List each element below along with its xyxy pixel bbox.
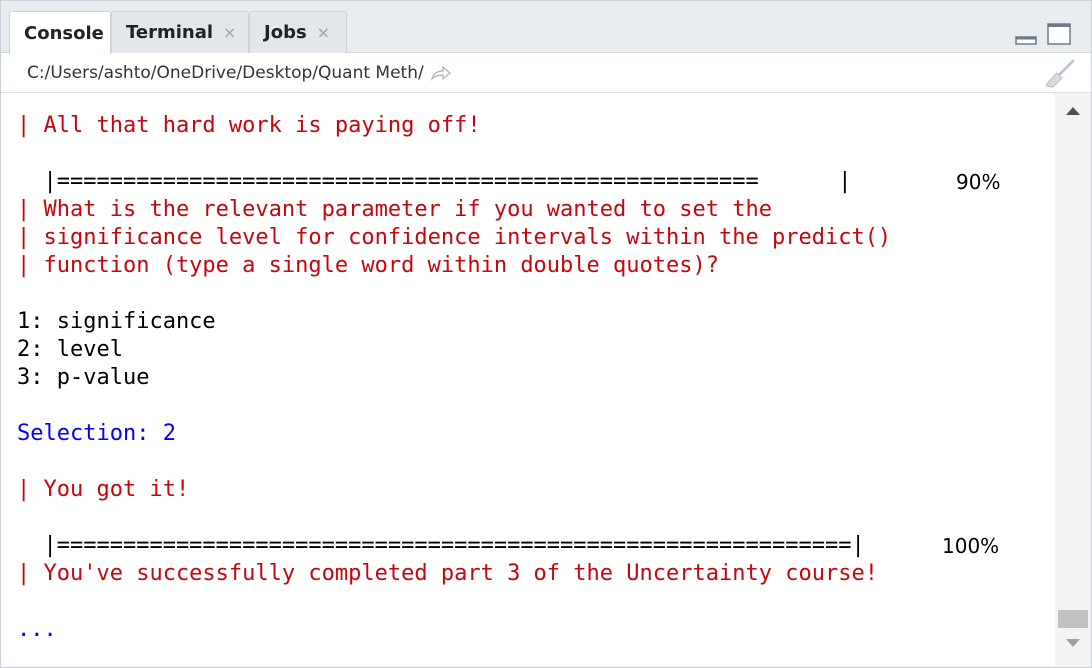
vertical-scrollbar[interactable]	[1055, 93, 1091, 667]
answer-option: 3: p-value	[17, 365, 150, 390]
tab-console-label: Console	[24, 22, 104, 44]
progress-bar-text: |=======================================…	[17, 533, 865, 558]
console-prompt[interactable]: ...	[17, 616, 57, 644]
tab-bar: Console Terminal × Jobs ×	[1, 1, 1091, 54]
progress-percent: 90%	[956, 170, 1001, 194]
completion-message: | You've successfully completed part 3 o…	[17, 561, 878, 586]
scroll-down-arrow-icon[interactable]	[1055, 629, 1091, 657]
question-line: | What is the relevant parameter if you …	[17, 197, 772, 222]
feedback-line: | You got it!	[17, 477, 190, 502]
minimize-pane-icon[interactable]	[1015, 23, 1037, 45]
go-to-directory-arrow-icon[interactable]	[430, 65, 452, 81]
console-pane: Console Terminal × Jobs × C:/Users/ashto…	[0, 0, 1092, 668]
question-line: | significance level for confidence inte…	[17, 225, 892, 250]
selection-input-line: Selection: 2	[17, 421, 176, 446]
progress-bar-text: |=======================================…	[17, 169, 852, 194]
tab-terminal[interactable]: Terminal ×	[111, 11, 249, 53]
answer-option: 1: significance	[17, 309, 216, 334]
working-directory-bar: C:/Users/ashto/OneDrive/Desktop/Quant Me…	[1, 53, 1091, 93]
working-directory-path: C:/Users/ashto/OneDrive/Desktop/Quant Me…	[27, 62, 424, 83]
maximize-pane-icon[interactable]	[1047, 23, 1071, 45]
question-line: | function (type a single word within do…	[17, 253, 719, 278]
tab-terminal-label: Terminal	[126, 22, 214, 43]
close-icon[interactable]: ×	[317, 23, 330, 42]
tab-console[interactable]: Console	[9, 11, 111, 54]
console-message-line: | All that hard work is paying off!	[17, 113, 481, 138]
scroll-up-arrow-icon[interactable]	[1055, 97, 1091, 125]
scrollbar-thumb[interactable]	[1058, 610, 1088, 628]
console-output[interactable]: | All that hard work is paying off! |===…	[1, 93, 1055, 667]
answer-option: 2: level	[17, 337, 123, 362]
progress-percent: 100%	[942, 534, 1000, 558]
tab-jobs[interactable]: Jobs ×	[249, 11, 347, 53]
close-icon[interactable]: ×	[223, 23, 236, 42]
tab-jobs-label: Jobs	[264, 22, 307, 43]
clear-console-broom-icon[interactable]	[1043, 59, 1075, 89]
